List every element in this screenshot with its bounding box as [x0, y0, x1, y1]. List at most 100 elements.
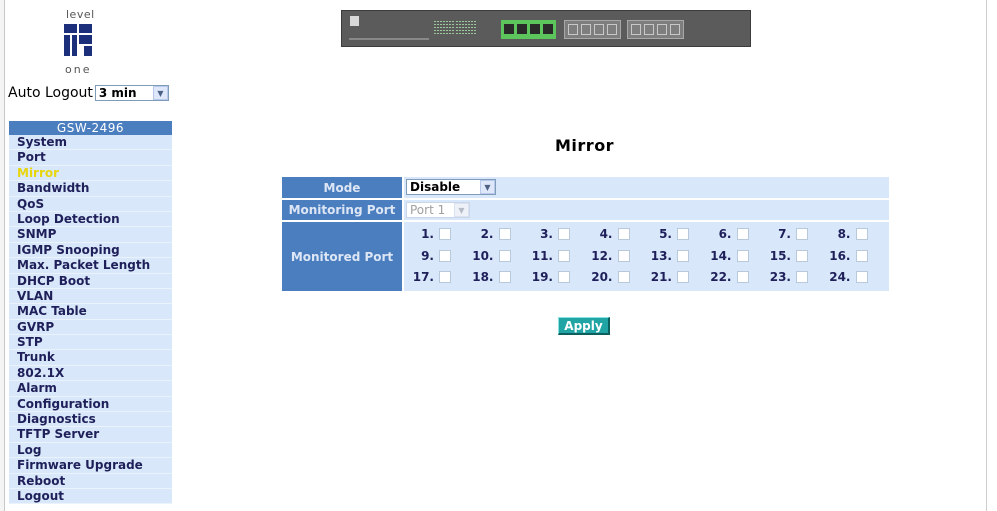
sidebar-item[interactable]: Bandwidth	[9, 181, 172, 197]
device-led-group	[456, 21, 496, 37]
monitored-port-option: 14.	[704, 249, 749, 263]
monitored-port-option: 19.	[525, 270, 570, 284]
sidebar-item[interactable]: Firmware Upgrade	[9, 458, 172, 474]
sidebar-item[interactable]: Loop Detection	[9, 211, 172, 228]
mode-value: Disable	[410, 180, 461, 194]
page-title: Mirror	[555, 136, 615, 155]
sidebar-item[interactable]: IGMP Snooping	[9, 242, 172, 259]
device-port-group	[564, 20, 621, 39]
auto-logout-select[interactable]: 3 min ▼	[94, 85, 169, 101]
sidebar-item[interactable]: Alarm	[9, 381, 172, 397]
apply-button[interactable]: Apply	[558, 317, 610, 335]
sidebar-item[interactable]: DHCP Boot	[9, 273, 172, 289]
logo-top-text: level	[66, 8, 95, 21]
sidebar-item[interactable]: Max. Packet Length	[9, 258, 172, 274]
sidebar-item[interactable]: STP	[9, 335, 172, 351]
auto-logout-label: Auto Logout	[8, 85, 93, 101]
port-number-label: 11.	[531, 248, 553, 263]
monitored-port-option: 8.	[823, 227, 868, 241]
levelone-logo: level one	[48, 8, 128, 78]
device-active-ports	[501, 20, 556, 39]
right-frame-border	[986, 0, 987, 511]
monitored-port-option: 1.	[406, 227, 451, 241]
port-checkbox[interactable]	[558, 228, 570, 240]
port-checkbox[interactable]	[677, 271, 689, 283]
port-checkbox[interactable]	[855, 228, 868, 240]
port-checkbox[interactable]	[558, 271, 570, 283]
port-number-label: 4.	[599, 227, 613, 241]
port-number-label: 2.	[480, 227, 494, 241]
port-checkbox[interactable]	[558, 249, 570, 262]
port-checkbox[interactable]	[736, 271, 749, 283]
port-number-label: 8.	[837, 227, 851, 241]
port-checkbox[interactable]	[736, 228, 749, 240]
sidebar-item[interactable]: TFTP Server	[9, 427, 172, 443]
port-number-label: 17.	[412, 270, 434, 284]
port-checkbox[interactable]	[439, 271, 451, 283]
monitored-port-option: 5.	[644, 227, 689, 241]
logo-bottom-text: one	[65, 63, 92, 76]
left-frame-border	[0, 0, 5, 511]
sidebar-item[interactable]: Reboot	[9, 473, 172, 489]
sidebar-item[interactable]: GVRP	[9, 319, 172, 336]
port-checkbox[interactable]	[677, 228, 689, 240]
port-number-label: 5.	[659, 227, 672, 241]
port-checkbox[interactable]	[796, 249, 808, 262]
sidebar-item[interactable]: 802.1X	[9, 365, 172, 382]
port-checkbox[interactable]	[617, 249, 630, 262]
monitored-port-option: 7.	[763, 227, 808, 241]
port-checkbox[interactable]	[796, 228, 808, 240]
sidebar-item[interactable]: Configuration	[9, 396, 172, 413]
sidebar-item[interactable]: Log	[9, 442, 172, 459]
monitored-port-option: 3.	[525, 227, 570, 241]
sidebar-item[interactable]: System	[9, 135, 172, 151]
sidebar-item[interactable]: SNMP	[9, 227, 172, 243]
port-number-label: 6.	[718, 227, 732, 241]
monitored-port-label: Monitored Port	[282, 222, 402, 291]
port-checkbox[interactable]	[439, 228, 451, 240]
port-checkbox[interactable]	[617, 271, 630, 283]
sidebar-item[interactable]: QoS	[9, 196, 172, 212]
port-checkbox[interactable]	[796, 271, 808, 283]
monitored-port-option: 12.	[585, 249, 630, 263]
port-checkbox[interactable]	[498, 271, 511, 283]
port-number-label: 23.	[769, 270, 791, 284]
port-number-label: 14.	[710, 248, 732, 263]
logo-block	[79, 24, 92, 33]
monitored-port-option: 23.	[763, 270, 808, 284]
monitoring-port-value: Port 1	[410, 203, 446, 217]
mode-select[interactable]: Disable ▼	[406, 179, 496, 195]
sidebar-item[interactable]: Diagnostics	[9, 412, 172, 428]
sidebar-item[interactable]: MAC Table	[9, 304, 172, 320]
auto-logout-value: 3 min	[98, 86, 137, 100]
monitored-port-option: 4.	[585, 227, 630, 241]
monitored-port-option: 20.	[585, 270, 630, 284]
sidebar-item[interactable]: Mirror	[9, 165, 172, 182]
sidebar-item[interactable]: Trunk	[9, 350, 172, 366]
port-number-label: 22.	[710, 270, 732, 284]
port-checkbox[interactable]	[498, 249, 511, 262]
port-checkbox[interactable]	[736, 249, 749, 262]
sidebar-item[interactable]: VLAN	[9, 288, 172, 305]
port-checkbox[interactable]	[677, 249, 689, 262]
port-number-label: 12.	[591, 248, 613, 263]
monitored-port-option: 18.	[466, 270, 511, 284]
monitored-port-option: 15.	[763, 249, 808, 263]
device-logo-badge	[350, 16, 359, 26]
port-number-label: 7.	[778, 227, 791, 241]
port-checkbox[interactable]	[855, 271, 868, 283]
port-number-label: 13.	[650, 248, 672, 263]
port-number-label: 9.	[421, 248, 434, 263]
sidebar-item[interactable]: Logout	[9, 488, 172, 505]
port-number-label: 3.	[540, 227, 553, 241]
port-number-label: 1.	[421, 227, 434, 241]
sidebar-nav: GSW-2496 System Port Mirror Bandwidth QoS Loo…	[9, 121, 172, 505]
logo-block	[84, 46, 92, 56]
port-checkbox[interactable]	[617, 228, 630, 240]
port-number-label: 19.	[531, 270, 553, 284]
port-checkbox[interactable]	[855, 249, 868, 262]
sidebar-item[interactable]: Port	[9, 150, 172, 166]
monitoring-port-select[interactable]: Port 1 ▼	[406, 202, 470, 218]
port-checkbox[interactable]	[498, 228, 511, 240]
port-checkbox[interactable]	[439, 249, 451, 262]
